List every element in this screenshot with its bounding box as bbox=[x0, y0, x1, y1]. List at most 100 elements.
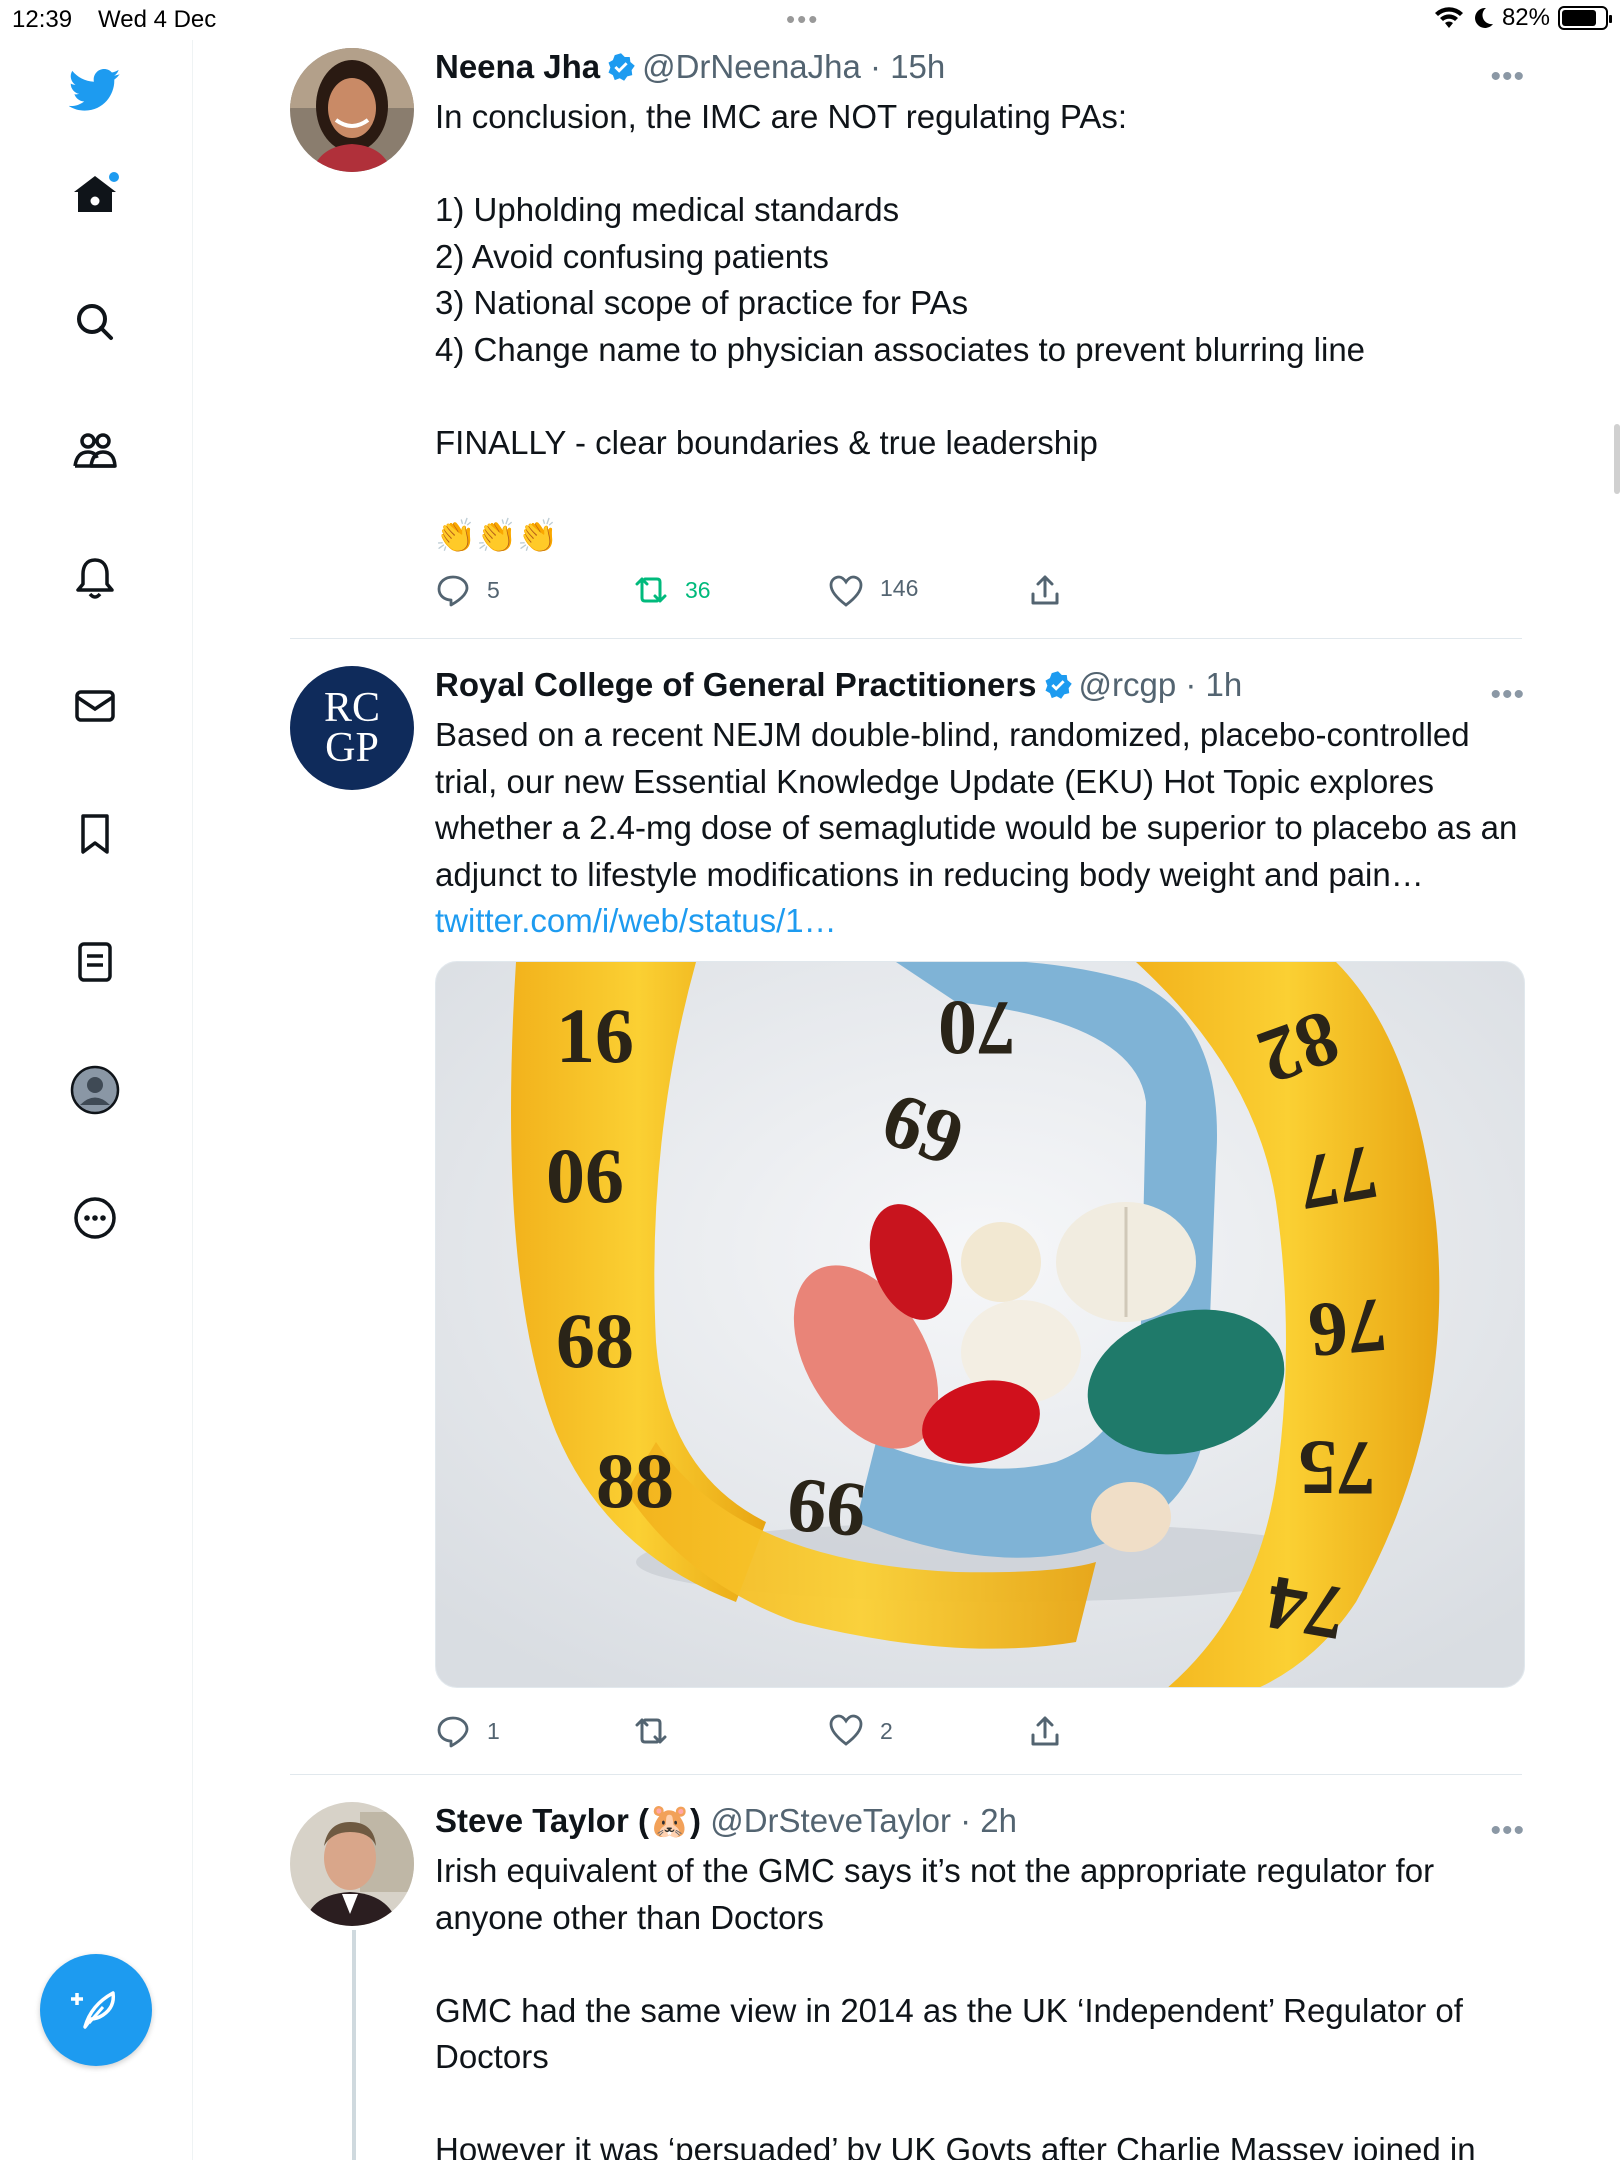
nav-communities-button[interactable] bbox=[55, 410, 135, 490]
avatar[interactable] bbox=[290, 1802, 414, 1926]
nav-explore-button[interactable] bbox=[55, 282, 135, 362]
rcgp-logo-text: RC bbox=[323, 685, 381, 731]
tape-number: 06 bbox=[546, 1132, 624, 1219]
retweet-button[interactable] bbox=[633, 1713, 685, 1749]
verified-badge-icon bbox=[1045, 671, 1072, 699]
tweet-time[interactable]: 1h bbox=[1206, 666, 1243, 703]
sidebar bbox=[0, 40, 193, 2160]
tweet-time[interactable]: 15h bbox=[890, 48, 945, 85]
bookmark-icon bbox=[81, 814, 109, 854]
nav-profile-button[interactable] bbox=[55, 1050, 135, 1130]
nav-lists-button[interactable] bbox=[55, 922, 135, 1002]
communities-icon bbox=[73, 433, 117, 468]
nav-notifications-button[interactable] bbox=[55, 538, 135, 618]
like-count: 2 bbox=[880, 1717, 893, 1744]
tweet-divider bbox=[290, 638, 1522, 639]
share-button[interactable] bbox=[1027, 572, 1063, 608]
status-time: 12:39 bbox=[12, 6, 73, 33]
moon-icon bbox=[1474, 7, 1493, 28]
profile-icon bbox=[70, 1065, 120, 1115]
avatar[interactable]: RC GP bbox=[290, 666, 414, 790]
tape-number: 99 bbox=[784, 1462, 869, 1555]
tweet-text: Based on a recent NEJM double-blind, ran… bbox=[435, 712, 1525, 945]
dot-separator: · bbox=[950, 1802, 981, 1839]
reply-button[interactable]: 5 bbox=[435, 572, 500, 608]
verified-badge-icon bbox=[608, 53, 635, 81]
more-options-icon[interactable]: ••• bbox=[1490, 678, 1525, 712]
scrollbar[interactable] bbox=[1614, 424, 1620, 494]
tweet-header: Royal College of General Practitioners @r… bbox=[435, 666, 1242, 704]
reply-icon bbox=[437, 1716, 469, 1748]
user-photo bbox=[290, 48, 414, 172]
search-icon bbox=[77, 304, 113, 340]
tape-number: 75 bbox=[1298, 1425, 1376, 1512]
compose-tweet-button[interactable] bbox=[40, 1954, 152, 2066]
share-button[interactable] bbox=[1027, 1713, 1063, 1749]
tweet[interactable]: RC GP Royal College of General Practitio… bbox=[290, 666, 1525, 1756]
twitter-bird-icon bbox=[69, 68, 121, 111]
heart-icon bbox=[829, 1714, 863, 1746]
tweet-header: Steve Taylor (🐹) @DrSteveTaylor · 2h bbox=[435, 1802, 1017, 1841]
author-name[interactable]: Neena Jha bbox=[435, 48, 600, 85]
tweet[interactable]: Steve Taylor (🐹) @DrSteveTaylor · 2h •••… bbox=[290, 1802, 1525, 2160]
author-handle[interactable]: @DrNeenaJha bbox=[642, 48, 861, 85]
tape-number: 74 bbox=[1260, 1559, 1352, 1658]
tweet-body: Based on a recent NEJM double-blind, ran… bbox=[435, 716, 1527, 893]
author-name[interactable]: Royal College of General Practitioners bbox=[435, 666, 1037, 703]
tape-number: 70 bbox=[938, 985, 1016, 1072]
retweet-icon bbox=[635, 577, 667, 603]
author-name[interactable]: Steve Taylor (🐹) bbox=[435, 1802, 701, 1839]
reply-count: 1 bbox=[487, 1717, 500, 1744]
more-options-icon[interactable]: ••• bbox=[1490, 60, 1525, 94]
nav-messages-button[interactable] bbox=[55, 666, 135, 746]
nav-home-button[interactable] bbox=[55, 154, 135, 234]
status-indicators: 82% bbox=[1434, 4, 1612, 32]
tweet-media-image[interactable]: 16 06 68 88 69 70 82 77 76 75 74 99 bbox=[435, 961, 1525, 1688]
lists-icon bbox=[78, 942, 112, 982]
user-photo bbox=[290, 1802, 414, 1926]
author-handle[interactable]: @DrSteveTaylor bbox=[710, 1802, 951, 1839]
more-options-icon[interactable]: ••• bbox=[1490, 1814, 1525, 1848]
tape-number: 68 bbox=[556, 1297, 634, 1384]
retweet-count: 36 bbox=[685, 576, 711, 603]
tweet-divider bbox=[290, 1774, 1522, 1775]
author-handle[interactable]: @rcgp bbox=[1079, 666, 1177, 703]
tape-number: 76 bbox=[1305, 1282, 1390, 1375]
compose-feather-icon bbox=[71, 1991, 116, 2029]
tweet-actions: 1 2 bbox=[435, 1713, 1135, 1753]
retweet-button[interactable]: 36 bbox=[633, 572, 711, 608]
tape-number: 16 bbox=[556, 992, 634, 1079]
like-button[interactable]: 146 bbox=[828, 566, 918, 610]
status-date: Wed 4 Dec bbox=[98, 6, 217, 33]
avatar[interactable] bbox=[290, 48, 414, 172]
heart-icon bbox=[829, 575, 863, 607]
tweet-link[interactable]: twitter.com/i/web/status/1… bbox=[435, 902, 837, 939]
multitasking-dots-icon[interactable]: ••• bbox=[786, 4, 819, 35]
tweet-time[interactable]: 2h bbox=[980, 1802, 1017, 1839]
reply-count: 5 bbox=[487, 576, 500, 603]
reply-icon bbox=[437, 575, 469, 607]
tweet-text: In conclusion, the IMC are NOT regulatin… bbox=[435, 98, 1366, 554]
tweet-actions: 5 36 146 bbox=[435, 572, 1135, 612]
nav-bookmarks-button[interactable] bbox=[55, 794, 135, 874]
home-icon bbox=[74, 172, 119, 212]
measuring-tape-pills-photo: 16 06 68 88 69 70 82 77 76 75 74 99 bbox=[436, 962, 1524, 1687]
more-circle-icon bbox=[74, 1197, 116, 1239]
twitter-logo-button[interactable] bbox=[55, 50, 135, 130]
retweet-icon bbox=[635, 1718, 667, 1744]
tape-number: 88 bbox=[596, 1437, 674, 1524]
dot-separator: · bbox=[860, 48, 891, 85]
rcgp-logo-text: GP bbox=[325, 725, 379, 771]
reply-button[interactable]: 1 bbox=[435, 1713, 500, 1749]
share-icon bbox=[1031, 575, 1059, 605]
like-button[interactable]: 2 bbox=[828, 1713, 893, 1749]
nav-more-button[interactable] bbox=[55, 1178, 135, 1258]
tweet-header: Neena Jha @DrNeenaJha · 15h bbox=[435, 48, 945, 86]
status-bar: 12:39 Wed 4 Dec ••• 82% bbox=[0, 0, 1620, 40]
battery-icon bbox=[1558, 6, 1612, 30]
dot-separator: · bbox=[1176, 666, 1206, 703]
mail-icon bbox=[75, 690, 115, 722]
battery-percent: 82% bbox=[1501, 4, 1550, 31]
tweet[interactable]: Neena Jha @DrNeenaJha · 15h ••• In conclu… bbox=[290, 48, 1525, 618]
